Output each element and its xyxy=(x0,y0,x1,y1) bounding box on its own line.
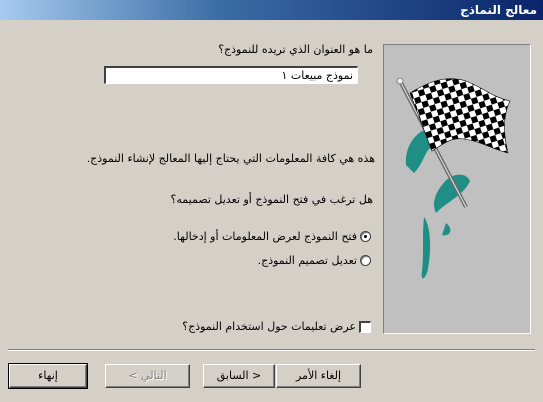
open-question-label: هل ترغب في فتح النموذج أو تعديل تصميمه؟ xyxy=(170,193,373,206)
open-form-radio-label: فتح النموذج لعرض المعلومات أو إدخالها. xyxy=(173,230,357,243)
help-checkbox[interactable] xyxy=(359,320,371,333)
next-button[interactable]: التالي > xyxy=(105,364,190,388)
title-question-label: ما هو العنوان الذي تريده للنموذج؟ xyxy=(218,43,373,56)
cancel-button[interactable]: إلغاء الأمر xyxy=(276,364,361,388)
finish-button[interactable]: إنهاء xyxy=(8,363,88,389)
info-text: هذه هي كافة المعلومات التي يحتاج إليها ا… xyxy=(86,152,375,165)
modify-design-radio-label: تعديل تصميم النموذج. xyxy=(257,254,357,267)
title-bar: معالج النماذج xyxy=(0,0,543,20)
modify-design-radio-option[interactable]: تعديل تصميم النموذج. xyxy=(258,254,371,267)
button-separator xyxy=(8,349,535,351)
wizard-picture-panel xyxy=(383,44,531,334)
form-title-input[interactable] xyxy=(104,66,358,84)
help-checkbox-row[interactable]: عرض تعليمات حول استخدام النموذج؟ xyxy=(182,320,371,333)
window-title: معالج النماذج xyxy=(460,3,537,17)
modify-design-radio[interactable] xyxy=(360,255,371,266)
open-form-radio-option[interactable]: فتح النموذج لعرض المعلومات أو إدخالها. xyxy=(173,230,371,243)
checkered-flag-icon xyxy=(396,77,511,279)
open-form-radio[interactable] xyxy=(360,231,371,242)
help-checkbox-label: عرض تعليمات حول استخدام النموذج؟ xyxy=(182,320,356,333)
back-button[interactable]: < السابق xyxy=(203,364,275,388)
form-wizard-window: معالج النماذج ما هو العنوان الذي تريده ل… xyxy=(0,0,543,402)
